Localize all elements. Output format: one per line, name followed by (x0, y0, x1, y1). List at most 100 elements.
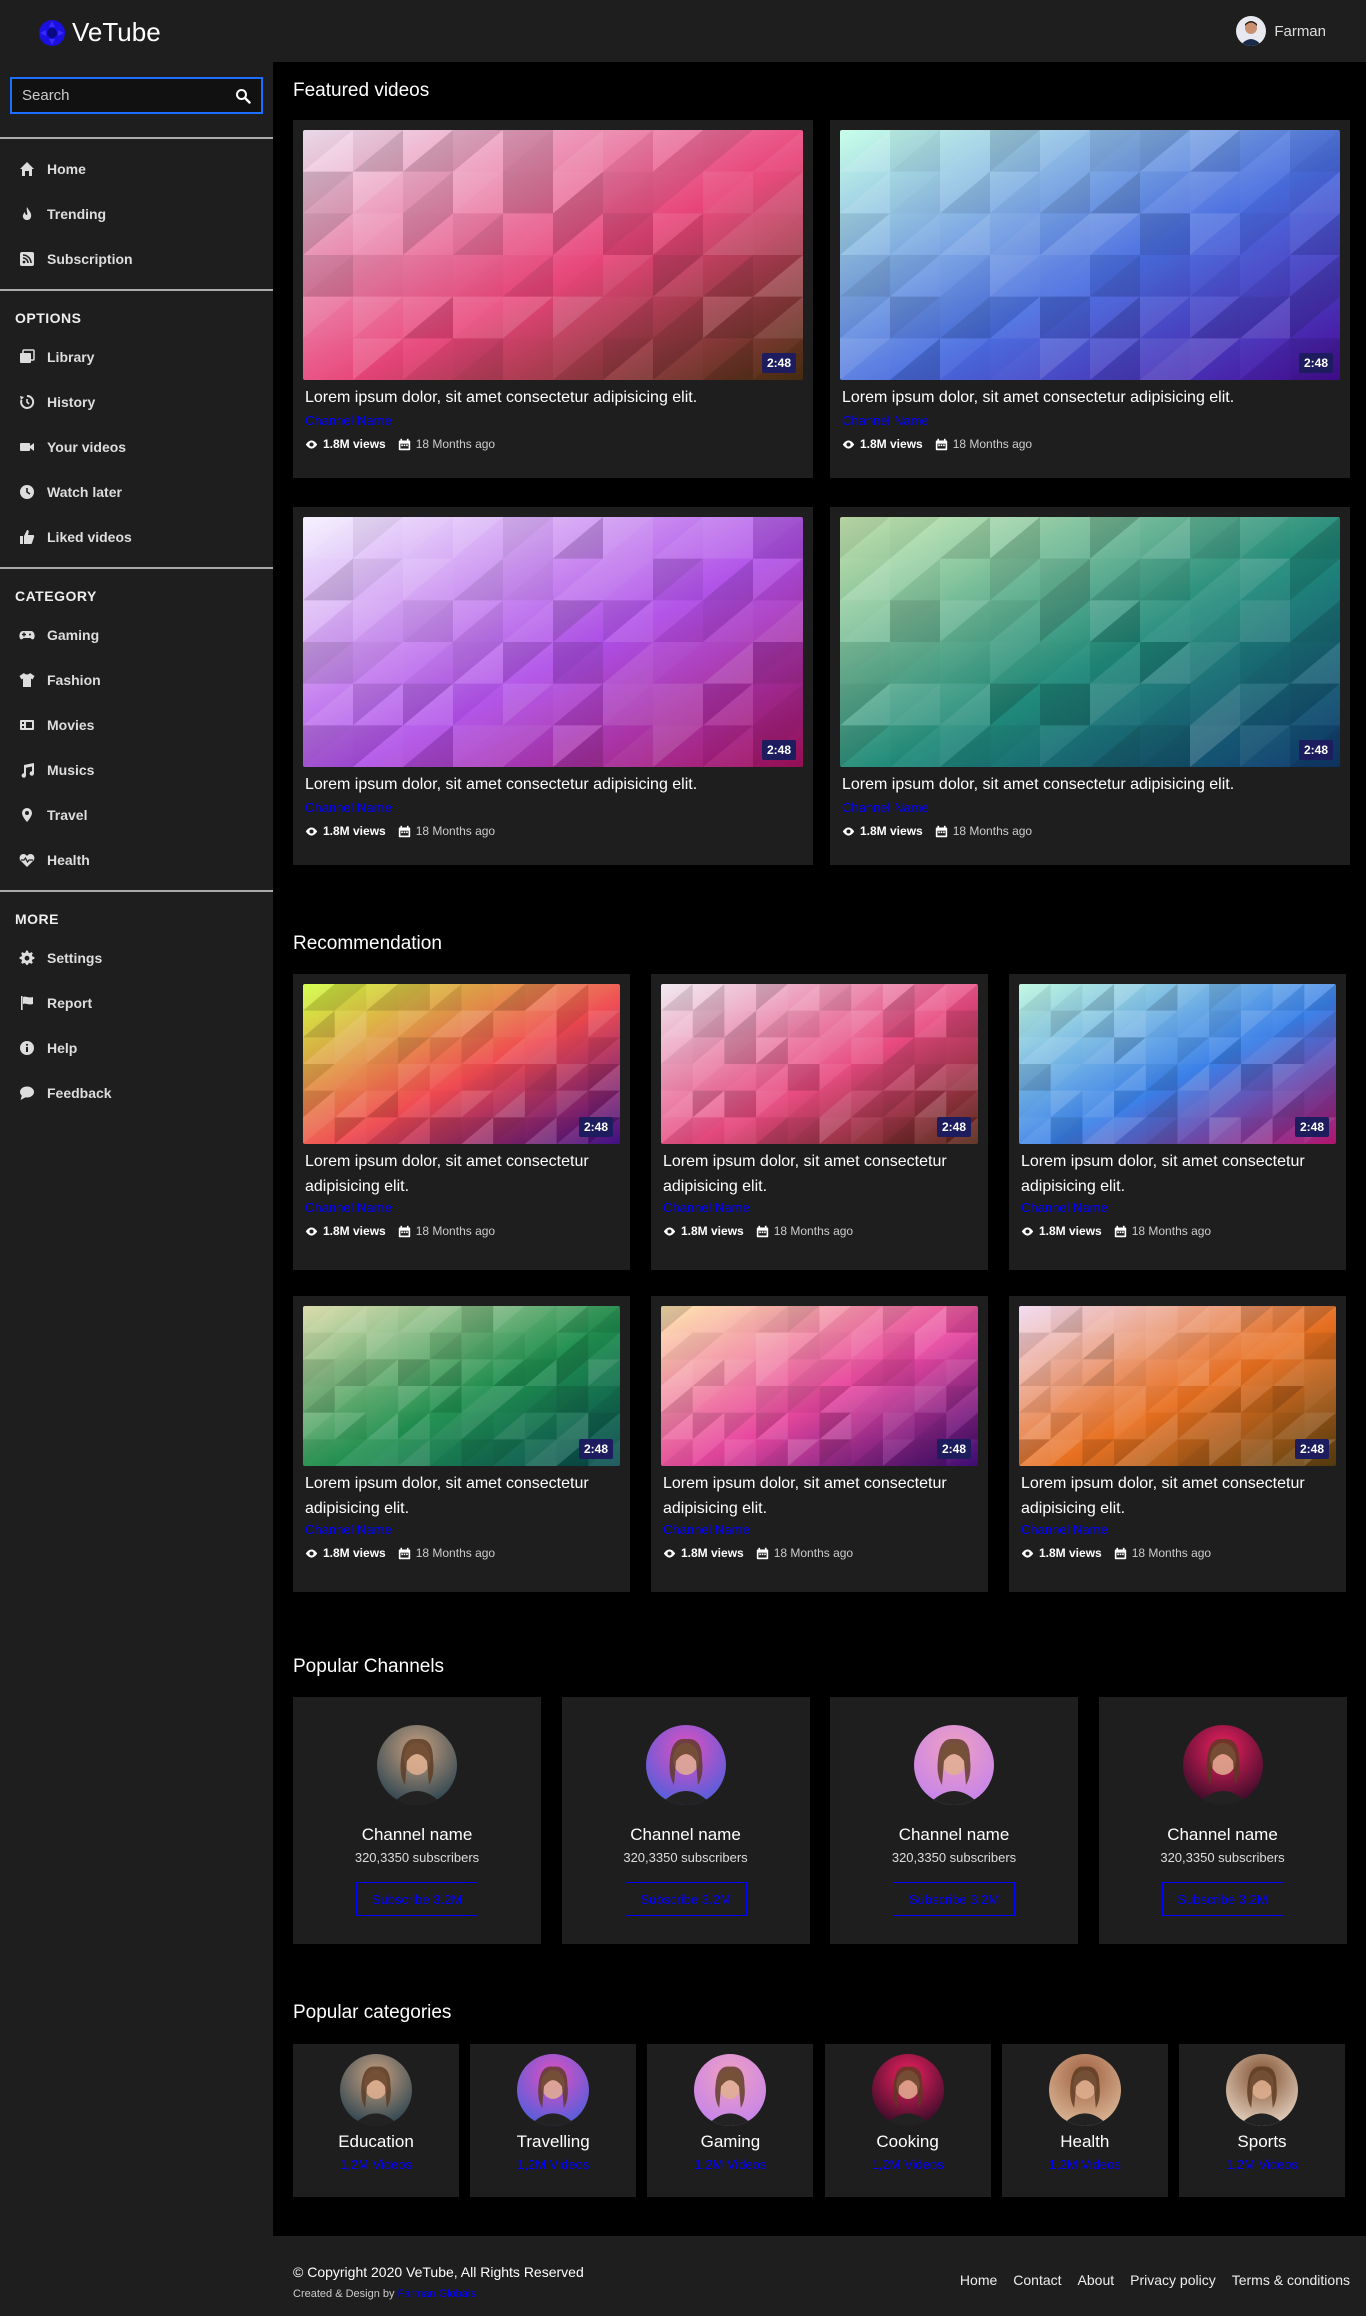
category-name[interactable]: Education (293, 2132, 459, 2152)
sidebar-item-fashion[interactable]: Fashion (19, 672, 101, 688)
category-name[interactable]: Travelling (470, 2132, 636, 2152)
video-card[interactable]: 2:48 Lorem ipsum dolor, sit amet consecte… (293, 120, 813, 478)
video-thumbnail[interactable]: 2:48 (303, 517, 803, 767)
channel-card[interactable]: Channel name 320,3350 subscribers Subscrib… (1098, 1697, 1347, 1944)
credit-author-link[interactable]: Farman Globals (398, 2288, 476, 2300)
video-title[interactable]: Lorem ipsum dolor, sit amet consectetur … (305, 1149, 618, 1199)
channel-link[interactable]: Channel Name (1021, 1522, 1108, 1537)
category-card[interactable]: Travelling 1,2M Videos (470, 2044, 637, 2197)
category-card[interactable]: Education 1,2M Videos (293, 2044, 459, 2197)
sidebar-item-library[interactable]: Library (19, 349, 94, 365)
video-thumbnail[interactable]: 2:48 (661, 1306, 978, 1466)
subscribe-button[interactable]: Subscribe 3.2M (356, 1882, 478, 1916)
channel-link[interactable]: Channel Name (842, 413, 929, 428)
channel-avatar[interactable] (914, 1725, 994, 1805)
sidebar-item-subscription[interactable]: Subscription (19, 251, 133, 267)
video-card[interactable]: 2:48 Lorem ipsum dolor, sit amet consecte… (830, 120, 1350, 478)
video-card[interactable]: 2:48 Lorem ipsum dolor, sit amet consecte… (830, 507, 1350, 865)
sidebar-item-movies[interactable]: Movies (19, 717, 94, 733)
channel-link[interactable]: Channel Name (305, 1522, 392, 1537)
channel-avatar[interactable] (645, 1725, 726, 1805)
category-avatar[interactable] (517, 2054, 590, 2126)
sidebar-item-watch-later[interactable]: Watch later (19, 484, 122, 500)
category-card[interactable]: Sports 1,2M Videos (1179, 2044, 1345, 2197)
video-card[interactable]: 2:48 Lorem ipsum dolor, sit amet consecte… (293, 1296, 630, 1592)
category-avatar[interactable] (1048, 2054, 1121, 2126)
channel-link[interactable]: Channel Name (305, 413, 392, 428)
category-name[interactable]: Gaming (647, 2132, 813, 2152)
video-title[interactable]: Lorem ipsum dolor, sit amet consectetur … (305, 385, 801, 410)
category-name[interactable]: Cooking (825, 2132, 991, 2152)
sidebar-item-feedback[interactable]: Feedback (19, 1085, 112, 1101)
footer-link-home[interactable]: Home (960, 2272, 997, 2288)
video-title[interactable]: Lorem ipsum dolor, sit amet consectetur … (305, 1471, 618, 1521)
video-thumbnail[interactable]: 2:48 (1019, 1306, 1336, 1466)
footer-link-terms[interactable]: Terms & conditions (1232, 2272, 1350, 2288)
sidebar-item-musics[interactable]: Musics (19, 762, 94, 778)
channel-card[interactable]: Channel name 320,3350 subscribers Subscrib… (561, 1697, 810, 1944)
video-card[interactable]: 2:48 Lorem ipsum dolor, sit amet consecte… (651, 1296, 988, 1592)
video-thumbnail[interactable]: 2:48 (661, 984, 978, 1144)
video-card[interactable]: 2:48 Lorem ipsum dolor, sit amet consecte… (293, 974, 630, 1270)
channel-card[interactable]: Channel name 320,3350 subscribers Subscrib… (293, 1697, 541, 1944)
sidebar-item-your-videos[interactable]: Your videos (19, 439, 126, 455)
sidebar-item-home[interactable]: Home (19, 161, 86, 177)
channel-link[interactable]: Channel Name (663, 1200, 750, 1215)
logo[interactable]: VeTube (38, 17, 161, 48)
channel-card[interactable]: Channel name 320,3350 subscribers Subscrib… (830, 1697, 1078, 1944)
sidebar-item-report[interactable]: Report (19, 995, 92, 1011)
category-card[interactable]: Gaming 1,2M Videos (647, 2044, 814, 2197)
category-card[interactable]: Health 1,2M Videos (1001, 2044, 1168, 2197)
sidebar-item-history[interactable]: History (19, 394, 95, 410)
video-title[interactable]: Lorem ipsum dolor, sit amet consectetur … (1021, 1471, 1334, 1521)
video-title[interactable]: Lorem ipsum dolor, sit amet consectetur … (663, 1149, 976, 1199)
search-input[interactable] (22, 87, 235, 104)
sidebar-item-health[interactable]: Health (19, 852, 90, 868)
sidebar-item-travel[interactable]: Travel (19, 807, 87, 823)
category-card[interactable]: Cooking 1,2M Videos (824, 2044, 991, 2197)
footer-link-contact[interactable]: Contact (1013, 2272, 1061, 2288)
sidebar-item-trending[interactable]: Trending (19, 206, 106, 222)
footer-link-about[interactable]: About (1078, 2272, 1115, 2288)
video-thumbnail[interactable]: 2:48 (840, 517, 1340, 767)
category-avatar[interactable] (340, 2054, 412, 2126)
video-title[interactable]: Lorem ipsum dolor, sit amet consectetur … (663, 1471, 976, 1521)
video-title[interactable]: Lorem ipsum dolor, sit amet consectetur … (305, 772, 801, 797)
video-title[interactable]: Lorem ipsum dolor, sit amet consectetur … (1021, 1149, 1334, 1199)
subscribe-button[interactable]: Subscribe 3.2M (624, 1882, 747, 1916)
search-icon[interactable] (235, 88, 251, 104)
channel-link[interactable]: Channel Name (305, 800, 392, 815)
sidebar-item-gaming[interactable]: Gaming (19, 627, 99, 643)
video-title[interactable]: Lorem ipsum dolor, sit amet consectetur … (842, 385, 1338, 410)
subscribe-button[interactable]: Subscribe 3.2M (893, 1882, 1015, 1916)
sidebar-item-help[interactable]: Help (19, 1040, 77, 1056)
channel-link[interactable]: Channel Name (663, 1522, 750, 1537)
category-name[interactable]: Health (1002, 2132, 1168, 2152)
channel-name[interactable]: Channel name (830, 1825, 1078, 1845)
category-avatar[interactable] (871, 2054, 944, 2126)
channel-name[interactable]: Channel name (562, 1825, 810, 1845)
footer-link-privacy[interactable]: Privacy policy (1130, 2272, 1216, 2288)
video-card[interactable]: 2:48 Lorem ipsum dolor, sit amet consecte… (651, 974, 988, 1270)
channel-name[interactable]: Channel name (1099, 1825, 1347, 1845)
channel-avatar[interactable] (377, 1725, 457, 1805)
channel-link[interactable]: Channel Name (842, 800, 929, 815)
video-thumbnail[interactable]: 2:48 (303, 984, 620, 1144)
sidebar-item-liked-videos[interactable]: Liked videos (19, 529, 132, 545)
video-thumbnail[interactable]: 2:48 (1019, 984, 1336, 1144)
video-card[interactable]: 2:48 Lorem ipsum dolor, sit amet consecte… (1009, 1296, 1346, 1592)
user-menu[interactable]: Farman (1236, 16, 1326, 46)
video-title[interactable]: Lorem ipsum dolor, sit amet consectetur … (842, 772, 1338, 797)
video-thumbnail[interactable]: 2:48 (840, 130, 1340, 380)
channel-name[interactable]: Channel name (293, 1825, 541, 1845)
channel-avatar[interactable] (1182, 1725, 1263, 1805)
channel-link[interactable]: Channel Name (305, 1200, 392, 1215)
subscribe-button[interactable]: Subscribe 3.2M (1161, 1882, 1284, 1916)
video-card[interactable]: 2:48 Lorem ipsum dolor, sit amet consecte… (1009, 974, 1346, 1270)
category-name[interactable]: Sports (1179, 2132, 1345, 2152)
video-thumbnail[interactable]: 2:48 (303, 130, 803, 380)
video-thumbnail[interactable]: 2:48 (303, 1306, 620, 1466)
category-avatar[interactable] (694, 2054, 767, 2126)
category-avatar[interactable] (1226, 2054, 1298, 2126)
video-card[interactable]: 2:48 Lorem ipsum dolor, sit amet consecte… (293, 507, 813, 865)
